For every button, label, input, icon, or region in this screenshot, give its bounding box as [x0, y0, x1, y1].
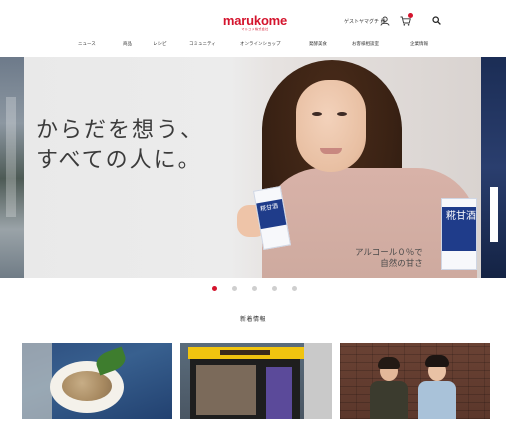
search-icon[interactable]	[432, 16, 441, 25]
nav-item-recipes[interactable]: レシピ	[153, 41, 167, 47]
hero-headline: からだを想う、 すべての人に。	[36, 116, 204, 176]
main-nav: ニュース 商品 レシピ コミュニティ オンラインショップ 発酵美食 お客様相談室…	[0, 41, 506, 51]
prev-slide-preview[interactable]	[0, 57, 24, 278]
logo-wordmark[interactable]: marukome	[220, 14, 290, 27]
model-lips	[320, 148, 342, 154]
news-card-people[interactable]	[340, 343, 490, 419]
model-eye-right	[337, 112, 347, 116]
pagination-dot-3[interactable]	[252, 286, 257, 291]
model-face	[296, 80, 366, 172]
hero-caption: アルコール０％で 自然の甘さ	[355, 248, 423, 270]
nav-item-products[interactable]: 商品	[123, 41, 132, 47]
pack-large-label: 糀甘酒	[446, 211, 476, 222]
nav-item-fermentation[interactable]: 発酵美食	[309, 41, 327, 47]
nav-item-support[interactable]: お客様相談室	[352, 41, 379, 47]
caption-line-1: アルコール０％で	[355, 248, 423, 258]
nav-item-community[interactable]: コミュニティ	[189, 41, 216, 47]
news-section-title: 新着情報	[239, 316, 266, 323]
headline-line-2: すべての人に。	[36, 148, 202, 173]
user-icon[interactable]	[380, 16, 390, 26]
nav-item-news[interactable]: ニュース	[78, 41, 96, 47]
site-header: marukome マルコメ株式会社 ゲストヤマグチ 様 ニュース 商品 レシピ …	[0, 0, 506, 52]
brand-logo[interactable]: marukome マルコメ株式会社	[220, 14, 290, 32]
cart-badge	[408, 13, 413, 18]
pagination-dot-1[interactable]	[212, 286, 217, 291]
pagination-dot-4[interactable]	[272, 286, 277, 291]
next-slide-preview[interactable]	[481, 57, 506, 278]
model-eye-left	[312, 112, 322, 116]
amazake-pack-large: 糀甘酒	[441, 198, 477, 270]
nav-item-online-shop[interactable]: オンラインショップ	[240, 41, 281, 47]
carousel-pagination	[212, 286, 302, 292]
news-card-food[interactable]	[22, 343, 172, 419]
pagination-dot-5[interactable]	[292, 286, 297, 291]
headline-line-1: からだを想う、	[36, 118, 205, 143]
nav-item-company[interactable]: 企業情報	[410, 41, 428, 47]
pagination-dot-2[interactable]	[232, 286, 237, 291]
caption-line-2: 自然の甘さ	[380, 259, 423, 269]
news-card-shop[interactable]	[180, 343, 332, 419]
